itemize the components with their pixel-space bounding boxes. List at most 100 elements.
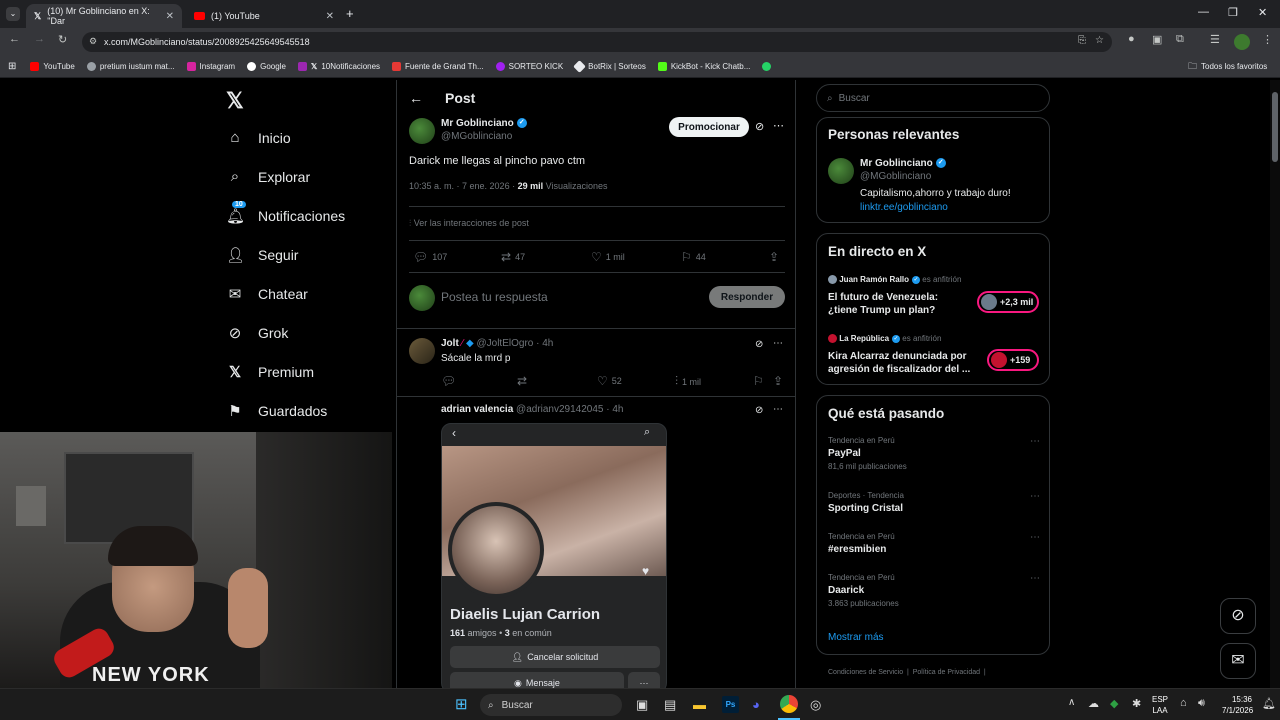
back-icon[interactable]: ← [9, 33, 20, 45]
trend-item[interactable]: Tendencia en Perú PayPal 81,6 mil public… [828, 436, 1040, 471]
back-arrow-icon[interactable]: ← [409, 90, 423, 106]
nav-inicio[interactable]: ⌂ Inicio [226, 129, 290, 146]
site-info-icon[interactable]: ⚙ [89, 36, 97, 47]
obs-icon[interactable]: ◎ [810, 697, 821, 713]
widget-icon[interactable]: ▤ [664, 697, 676, 713]
bookmark-whatsapp[interactable] [762, 62, 772, 71]
nav-notificaciones[interactable]: 🔔︎ 10 Notificaciones [226, 201, 345, 225]
tab-x-post[interactable]: 𝕏 (10) Mr Goblinciano en X: "Dar ✕ [26, 4, 182, 28]
live-item-1-host[interactable]: Juan Ramón Rallo ✓ es anfitrión [828, 275, 961, 285]
nav-seguir[interactable]: 👤︎ Seguir [226, 246, 298, 264]
live-item-1-title[interactable]: El futuro de Venezuela: ¿tiene Trump un … [828, 291, 970, 317]
reload-icon[interactable]: ↻ [58, 33, 67, 46]
all-bookmarks[interactable]: 🗀 Todos los favoritos [1188, 59, 1267, 75]
view-interactions-link[interactable]: ⫶ Ver las interacciones de post [409, 218, 529, 229]
reply-author-row[interactable]: adrian valencia @adrianv29142045 · 4h [441, 404, 624, 415]
nav-explorar[interactable]: ⌕ Explorar [226, 168, 310, 185]
reply-avatar[interactable] [409, 338, 435, 364]
grok-floating-button[interactable]: ⊘ [1220, 598, 1256, 634]
repost-action[interactable]: ⇄ 47 [501, 250, 525, 264]
author-avatar[interactable] [409, 118, 435, 144]
scrollbar[interactable] [1270, 80, 1280, 688]
reply-1-bookmark-action[interactable]: ⚐ [753, 374, 764, 388]
bookmark-grand-theft[interactable]: Fuente de Grand Th... [392, 62, 484, 71]
tray-app-icon[interactable]: ◆ [1110, 697, 1118, 710]
trend-more-icon[interactable]: ⋯ [1030, 532, 1040, 543]
language-indicator[interactable]: ESP LAA [1152, 694, 1168, 716]
reply-author-row[interactable]: Jolt ⁄ ◆ @JoltElOgro · 4h [441, 338, 553, 349]
author-handle[interactable]: @MGoblinciano [441, 131, 512, 142]
bookmark-10notificaciones[interactable]: 𝕏 10Notificaciones [297, 62, 380, 71]
extensions-puzzle-icon[interactable]: ⧉ [1176, 33, 1184, 46]
menu-dots-icon[interactable]: ⋮ [1262, 33, 1273, 46]
trend-item[interactable]: Deportes · Tendencia Sporting Cristal ⋯ [828, 491, 1040, 514]
tab-search-button[interactable]: ⌄ [6, 7, 20, 21]
bookmark-youtube[interactable]: YouTube [30, 62, 75, 71]
reply-action[interactable]: 💬︎ 107 [413, 250, 447, 264]
photoshop-icon[interactable]: Ps [722, 696, 739, 713]
tray-chevron-icon[interactable]: ∧ [1068, 697, 1075, 708]
trend-more-icon[interactable]: ⋯ [1030, 573, 1040, 584]
share-action[interactable]: ⇪ [769, 250, 779, 264]
like-action[interactable]: ♡ 1 mil [591, 250, 625, 264]
windows-start-icon[interactable]: ⊞ [455, 695, 468, 713]
reply-1-like-action[interactable]: ♡ 52 [597, 374, 622, 388]
restore-button[interactable]: ❐ [1228, 6, 1238, 19]
live-item-2-title[interactable]: Kira Alcarraz denunciada por agresión de… [828, 350, 976, 376]
reply-input[interactable]: Postea tu respuesta [441, 290, 548, 304]
bookmark-pretium[interactable]: pretium iustum mat... [86, 62, 175, 71]
discord-icon[interactable]: ◕ [752, 697, 760, 712]
apps-grid-icon[interactable]: ⊞ [8, 61, 16, 72]
relevant-link[interactable]: linktr.ee/goblinciano [860, 202, 948, 213]
extension-2-icon[interactable]: ▣ [1152, 33, 1162, 46]
volume-icon[interactable]: 🔊︎ [1198, 697, 1205, 710]
window-close-button[interactable]: ✕ [1258, 6, 1267, 19]
promote-button[interactable]: Promocionar [669, 117, 749, 137]
grok-post-icon[interactable]: ⊘ [755, 120, 764, 133]
reply-button[interactable]: Responder [709, 286, 785, 308]
grok-reply-icon[interactable]: ⊘ [755, 405, 763, 416]
reply-1-repost-action[interactable]: ⇄ [517, 374, 527, 388]
reply-1-share-action[interactable]: ⇪ [773, 374, 783, 388]
relevant-name-row[interactable]: Mr Goblinciano ✓ [860, 158, 946, 169]
trend-more-icon[interactable]: ⋯ [1030, 491, 1040, 502]
live-item-1-listeners[interactable]: +2,3 mil [977, 291, 1039, 313]
bookmark-kickbot[interactable]: KickBot - Kick Chatb... [657, 62, 750, 71]
more-options-icon[interactable]: ⋯ [773, 119, 784, 132]
bookmark-sorteo-kick[interactable]: SORTEO KICK [495, 62, 563, 71]
tab-groups-icon[interactable]: ☰ [1210, 33, 1220, 46]
terms-link[interactable]: Condiciones de Servicio [828, 669, 903, 676]
network-icon[interactable]: ⌂ [1180, 697, 1187, 709]
reply-attached-image[interactable]: ‹ ⌕ ♥ Diaelis Lujan Carrion 161 amigos •… [441, 423, 667, 688]
new-tab-button[interactable]: + [346, 6, 354, 21]
tab-youtube[interactable]: (1) YouTube ✕ [186, 4, 342, 28]
nav-chatear[interactable]: ✉ Chatear [226, 285, 308, 303]
bookmark-action[interactable]: ⚐ 44 [681, 250, 706, 264]
scrollbar-thumb[interactable] [1272, 92, 1278, 162]
file-explorer-icon[interactable]: ▬ [693, 697, 706, 712]
notifications-icon[interactable]: 🔔︎ [1262, 697, 1276, 710]
x-logo-icon[interactable]: 𝕏 [226, 88, 244, 114]
close-tab-icon[interactable]: ✕ [166, 11, 174, 22]
profile-avatar[interactable] [1234, 34, 1250, 50]
minimize-button[interactable]: — [1198, 6, 1209, 18]
bookmark-google[interactable]: Google [247, 62, 286, 71]
trend-item[interactable]: Tendencia en Perú #eresmibien ⋯ [828, 532, 1040, 555]
tray-bluetooth-icon[interactable]: ✱ [1132, 697, 1141, 710]
live-item-2-listeners[interactable]: +159 [987, 349, 1039, 371]
bookmark-star-icon[interactable]: ☆ [1095, 35, 1104, 46]
reply-1-views[interactable]: ⫶ 1 mil [675, 374, 701, 389]
address-bar[interactable]: ⚙ x.com/MGoblinciano/status/200892542564… [82, 32, 1112, 52]
relevant-avatar[interactable] [828, 158, 854, 184]
tray-cloud-icon[interactable]: ☁ [1088, 697, 1099, 710]
nav-grok[interactable]: ⊘ Grok [226, 324, 289, 342]
bookmark-botrix[interactable]: BotRix | Sorteos [573, 60, 646, 73]
clock[interactable]: 15:36 7/1/2026 [1222, 694, 1253, 716]
trend-more-icon[interactable]: ⋯ [1030, 436, 1040, 447]
nav-guardados[interactable]: ⚑ Guardados [226, 402, 327, 420]
task-view-icon[interactable]: ▣ [636, 697, 648, 713]
grok-reply-icon[interactable]: ⊘ [755, 339, 763, 350]
reply-1-reply-action[interactable]: 💬︎ [441, 374, 456, 388]
live-item-2-host[interactable]: La República ✓ es anfitrión [828, 334, 941, 344]
search-box[interactable]: ⌕ Buscar [816, 84, 1050, 112]
